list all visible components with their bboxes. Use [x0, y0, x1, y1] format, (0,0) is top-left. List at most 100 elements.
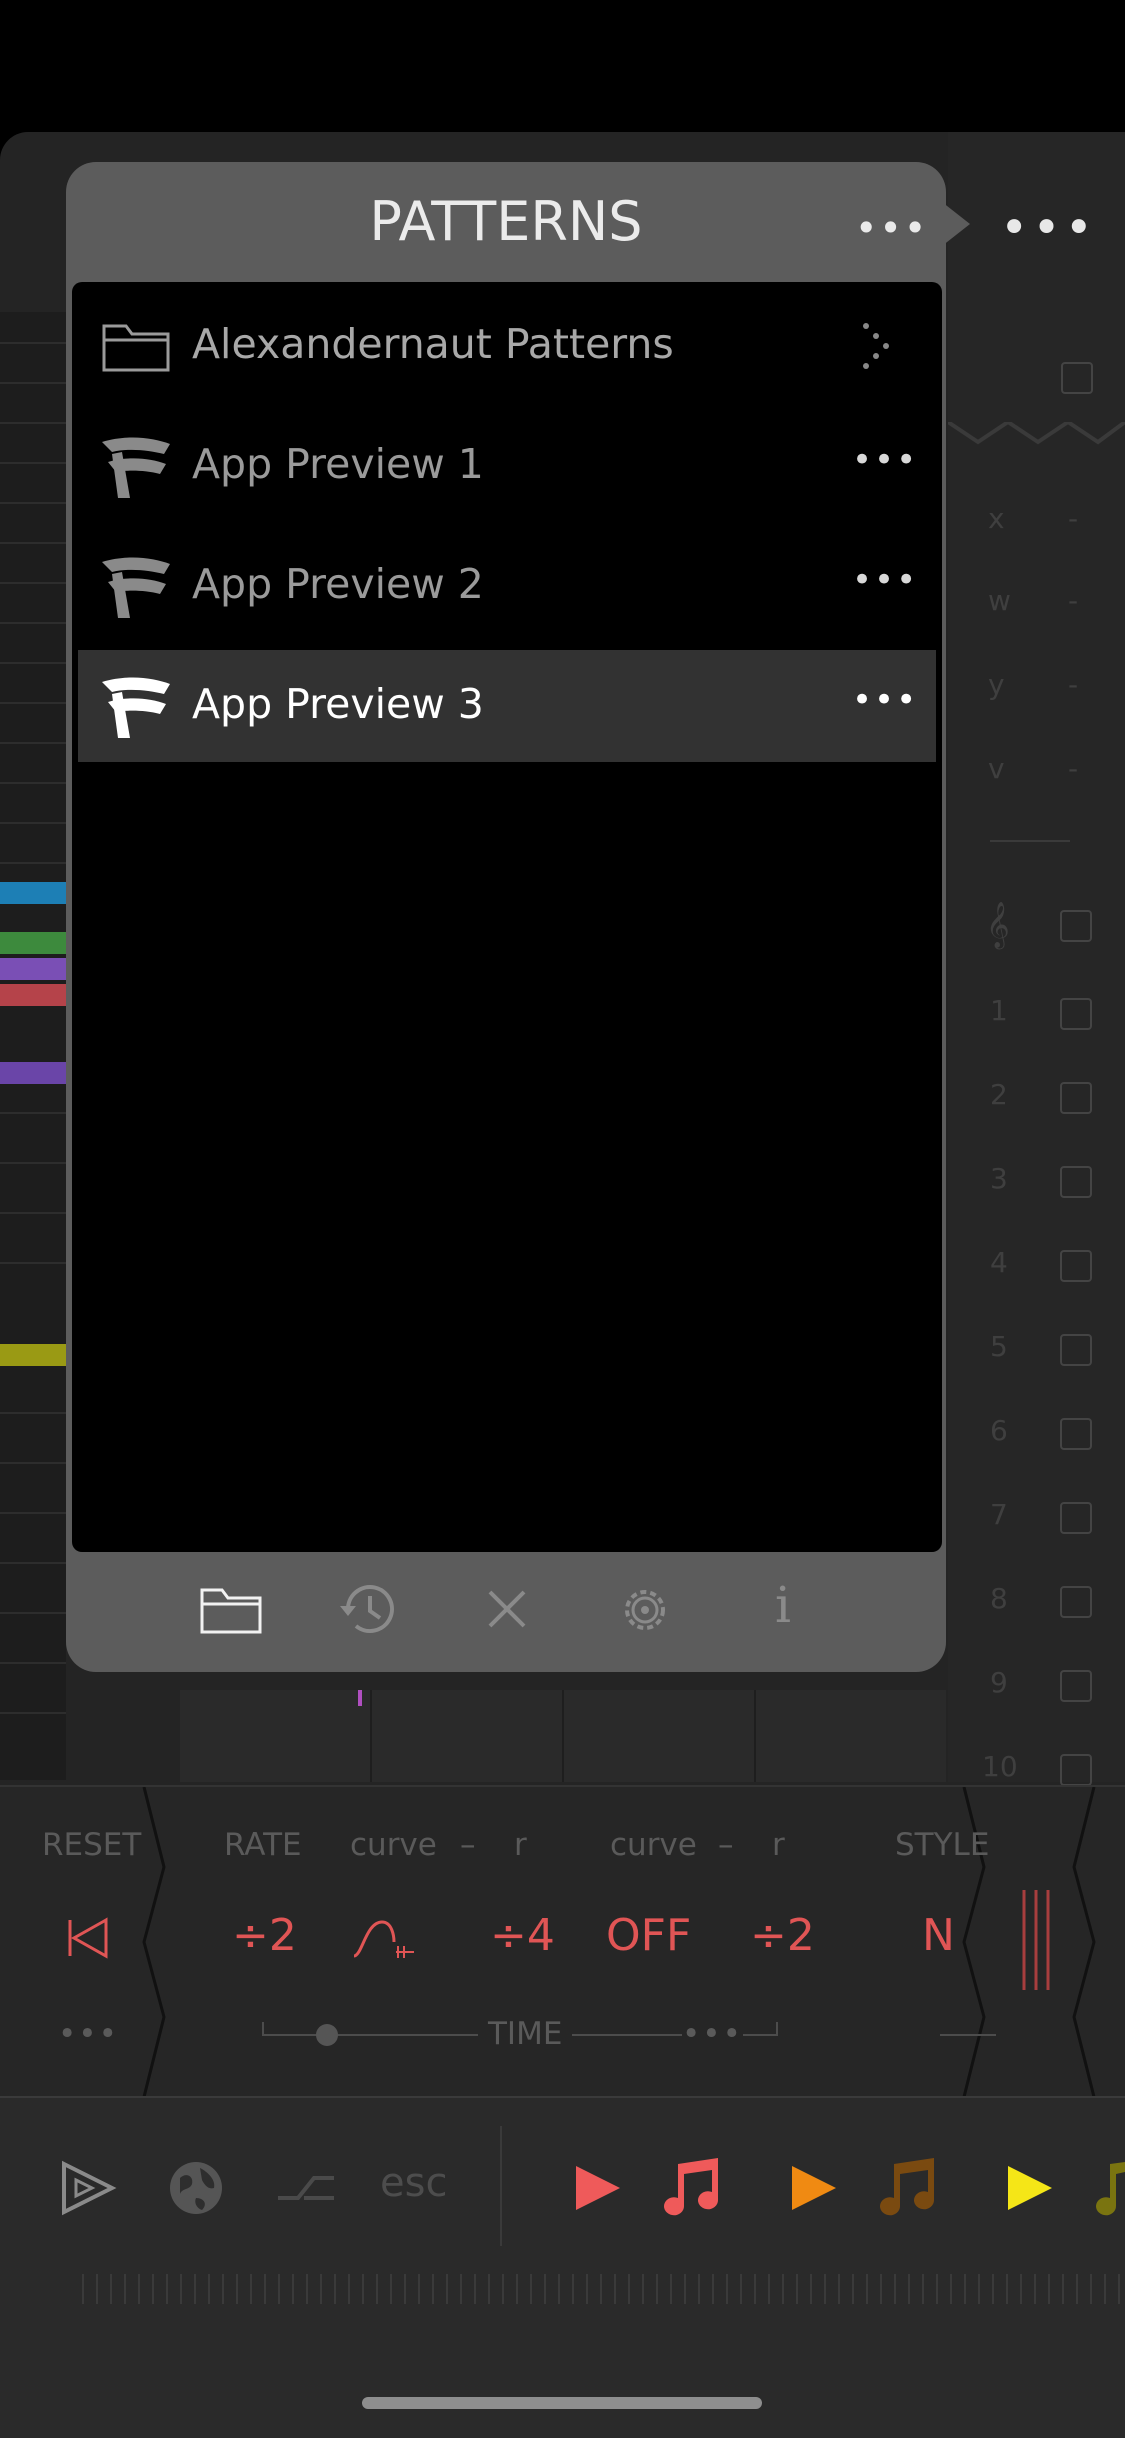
param-y-value[interactable]: -: [1068, 668, 1078, 701]
row-number-3: 3: [990, 1162, 1008, 1195]
param-w-label: w: [988, 584, 1011, 617]
row-number-10: 10: [982, 1750, 1018, 1783]
reset-icon[interactable]: [66, 1916, 110, 1960]
time-label: TIME: [478, 2016, 573, 2052]
row-toggle-2[interactable]: [1060, 1082, 1092, 1114]
curve-icon[interactable]: [352, 1916, 416, 1960]
close-icon[interactable]: [472, 1580, 542, 1640]
transition-icon[interactable]: [274, 2168, 338, 2208]
track-strip: [0, 312, 66, 1780]
param-v-label: v: [988, 752, 1005, 785]
row-toggle-8[interactable]: [1060, 1586, 1092, 1618]
row-toggle-7[interactable]: [1060, 1502, 1092, 1534]
row-toggle-9[interactable]: [1060, 1670, 1092, 1702]
row-toggle-10[interactable]: [1060, 1754, 1092, 1786]
pattern-logo-icon: [102, 437, 170, 498]
param-y-label: y: [988, 668, 1005, 701]
row-toggle-1[interactable]: [1060, 998, 1092, 1030]
row-number-9: 9: [990, 1666, 1008, 1699]
row-number-2: 2: [990, 1078, 1008, 1111]
treble-clef-icon: 𝄞: [986, 902, 1010, 948]
row-toggle-3[interactable]: [1060, 1166, 1092, 1198]
history-icon[interactable]: [334, 1580, 404, 1640]
curve-label-2: curve: [610, 1827, 697, 1863]
music-note-orange-icon[interactable]: [874, 2154, 940, 2220]
track-color-olive: [0, 1344, 66, 1366]
home-indicator[interactable]: [362, 2397, 762, 2409]
reset-label: RESET: [42, 1827, 142, 1863]
panel-checkbox[interactable]: [1061, 362, 1093, 394]
rate-label: RATE: [224, 1827, 302, 1863]
param-x-label: x: [988, 502, 1005, 535]
chevron-right-icon[interactable]: [858, 320, 898, 376]
transport-divider: [500, 2126, 502, 2246]
play-orange-icon[interactable]: [788, 2162, 840, 2214]
row-number-7: 7: [990, 1498, 1008, 1531]
play-outline-icon[interactable]: [58, 2158, 118, 2218]
curve-label: curve: [350, 1827, 437, 1863]
list-item-pattern[interactable]: App Preview 2 •••: [78, 530, 936, 642]
style-value[interactable]: N: [922, 1910, 955, 1961]
right-panel: x - w - y - v - 𝄞 1 2 3 4 5 6 7 8 9 10: [948, 132, 1125, 1786]
divide-4-value[interactable]: ÷4: [490, 1910, 555, 1961]
panel-zigzag: [948, 422, 1125, 445]
music-note-yellow-icon[interactable]: [1090, 2154, 1125, 2220]
list-item-pattern-selected[interactable]: App Preview 3 •••: [78, 650, 936, 762]
style-label: STYLE: [895, 1827, 990, 1863]
track-color-green: [0, 932, 66, 954]
clef-checkbox[interactable]: [1060, 910, 1092, 942]
level-bars-icon: [1022, 1890, 1050, 1990]
track-color-purple: [0, 958, 66, 980]
track-color-blue: [0, 882, 66, 904]
list-item-pattern[interactable]: App Preview 1 •••: [78, 410, 936, 522]
folder-label: Alexandernaut Patterns: [192, 320, 674, 368]
row-number-8: 8: [990, 1582, 1008, 1615]
reset-more[interactable]: •••: [58, 2016, 119, 2052]
escape-button[interactable]: esc: [380, 2160, 447, 2206]
row-toggle-4[interactable]: [1060, 1250, 1092, 1282]
curve-separator-2: –: [718, 1827, 734, 1863]
track-color-red: [0, 984, 66, 1006]
info-icon[interactable]: i: [748, 1576, 818, 1636]
play-yellow-icon[interactable]: [1004, 2162, 1056, 2214]
folder-icon: [102, 324, 170, 372]
list-item-folder[interactable]: Alexandernaut Patterns: [78, 290, 936, 402]
row-number-1: 1: [990, 994, 1008, 1027]
row-toggle-5[interactable]: [1060, 1334, 1092, 1366]
pattern-logo-icon: [102, 557, 170, 618]
gear-icon[interactable]: [610, 1580, 680, 1640]
time-slider-knob[interactable]: [316, 2024, 338, 2046]
rate-value[interactable]: ÷2: [232, 1910, 297, 1961]
row-number-5: 5: [990, 1330, 1008, 1363]
folder-icon[interactable]: [196, 1580, 266, 1640]
row-toggle-6[interactable]: [1060, 1418, 1092, 1450]
play-red-icon[interactable]: [572, 2162, 624, 2214]
globe-icon[interactable]: [166, 2158, 226, 2218]
param-w-value[interactable]: -: [1068, 584, 1078, 617]
main-more-button[interactable]: •••: [1000, 200, 1097, 256]
pattern-logo-icon: [102, 677, 170, 738]
pattern-more-button[interactable]: •••: [852, 560, 918, 600]
sequencer-grid[interactable]: [180, 1690, 946, 1782]
pattern-more-button[interactable]: •••: [852, 440, 918, 480]
transport-bar: [0, 2096, 1125, 2438]
curve-separator: –: [460, 1827, 476, 1863]
section-divider: [1072, 1787, 1096, 2097]
timeline-ruler[interactable]: [82, 2274, 1125, 2304]
section-divider: [142, 1787, 166, 2097]
music-note-red-icon[interactable]: [658, 2154, 724, 2220]
pattern-label: App Preview 3: [192, 680, 484, 728]
popup-more-button[interactable]: •••: [855, 206, 928, 250]
r-label-2: r: [772, 1827, 785, 1863]
pattern-more-button[interactable]: •••: [852, 680, 918, 720]
time-more[interactable]: •••: [682, 2016, 743, 2052]
divide-2-value[interactable]: ÷2: [750, 1910, 815, 1961]
param-v-value[interactable]: -: [1068, 752, 1078, 785]
pattern-label: App Preview 1: [192, 440, 484, 488]
row-number-4: 4: [990, 1246, 1008, 1279]
track-color-purple-2: [0, 1062, 66, 1084]
param-x-value[interactable]: -: [1068, 502, 1078, 535]
row-number-6: 6: [990, 1414, 1008, 1447]
pattern-label: App Preview 2: [192, 560, 484, 608]
off-value[interactable]: OFF: [606, 1910, 691, 1961]
